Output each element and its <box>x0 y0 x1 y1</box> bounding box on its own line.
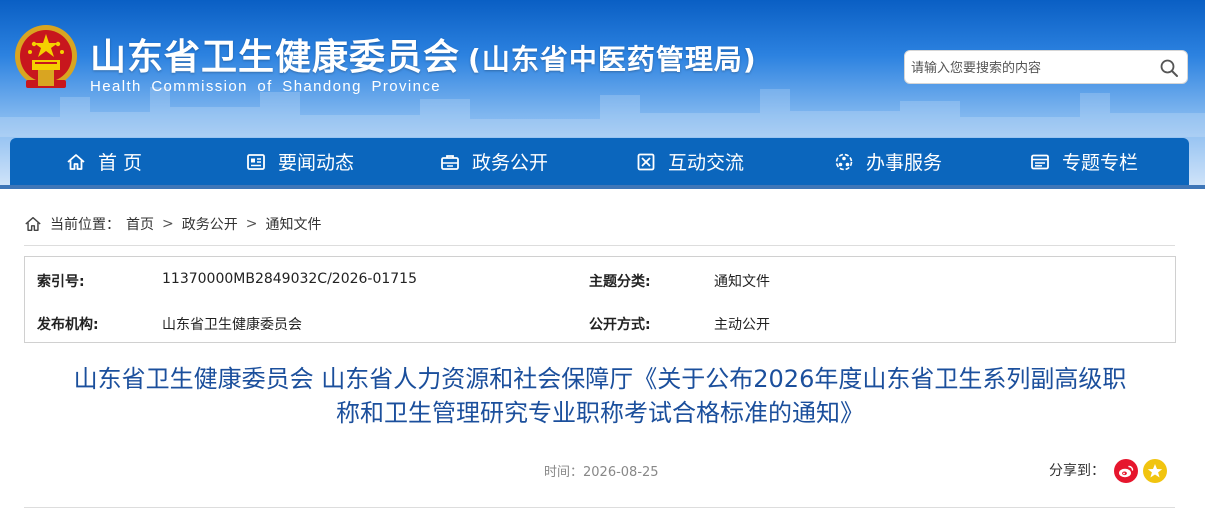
divider <box>24 507 1175 508</box>
breadcrumb-prefix: 当前位置： <box>50 217 120 233</box>
breadcrumb-link-home[interactable]: 首页 <box>126 214 154 234</box>
index-number-value: 11370000MB2849032C/2026-01715 <box>162 271 418 287</box>
breadcrumb-link-notices[interactable]: 通知文件 <box>265 214 321 234</box>
service-icon <box>835 153 853 170</box>
share-weibo-button[interactable] <box>1114 459 1138 483</box>
article-title-line-2: 称和卫生管理研究专业职称考试合格标准的通知》 <box>336 399 864 427</box>
share-favorite-button[interactable] <box>1143 459 1167 483</box>
site-subtitle: (山东省中医药管理局) <box>468 43 757 76</box>
publisher-value: 山东省卫生健康委员会 <box>162 317 302 333</box>
disclosure-method-value: 主动公开 <box>714 317 770 333</box>
nav-item-government-affairs[interactable]: 政务公开 <box>440 138 548 185</box>
breadcrumb-link-government-affairs[interactable]: 政务公开 <box>182 214 238 234</box>
breadcrumb: 当前位置： 首页 > 政务公开 > 通知文件 <box>24 214 321 234</box>
nav-item-news[interactable]: 要闻动态 <box>246 138 354 185</box>
home-icon <box>67 153 85 170</box>
document-meta-table: 索引号: 11370000MB2849032C/2026-01715 主题分类:… <box>24 256 1176 343</box>
main-nav: 首 页 要闻动态 政务公开 互动交流 办事服务 专题专栏 <box>10 138 1189 185</box>
nav-item-label: 专题专栏 <box>1062 152 1139 174</box>
search-input[interactable] <box>911 57 1151 79</box>
breadcrumb-separator: > <box>245 216 258 232</box>
site-english-name: Health Commission of Shandong Province <box>90 78 442 95</box>
nav-item-services[interactable]: 办事服务 <box>834 138 942 185</box>
article-title: 山东省卫生健康委员会 山东省人力资源和社会保障厅《关于公布2026年度山东省卫生… <box>24 362 1176 430</box>
publish-time-value: 2026-08-25 <box>583 465 659 480</box>
site-title[interactable]: 山东省卫生健康委员会 (山东省中医药管理局) <box>90 28 757 80</box>
share-label: 分享到： <box>1049 463 1105 479</box>
disclosure-method-label: 公开方式: <box>589 317 651 333</box>
topic-icon <box>1031 154 1049 169</box>
publish-time-label: 时间： <box>544 465 584 480</box>
search-box <box>904 50 1188 84</box>
national-emblem-icon <box>15 25 77 88</box>
briefcase-icon <box>441 154 459 170</box>
publish-time: 时间：2026-08-25 <box>544 461 659 480</box>
nav-divider-strip <box>0 185 1205 189</box>
nav-item-label: 首 页 <box>98 152 143 174</box>
nav-item-label: 互动交流 <box>668 152 745 174</box>
site-title-text: 山东省卫生健康委员会 <box>90 37 461 78</box>
weibo-icon <box>1119 465 1134 478</box>
nav-item-home[interactable]: 首 页 <box>66 138 142 185</box>
nav-item-special-topics[interactable]: 专题专栏 <box>1030 138 1138 185</box>
topic-category-label: 主题分类: <box>589 274 651 290</box>
nav-item-label: 政务公开 <box>472 152 549 174</box>
star-icon <box>1147 464 1163 478</box>
interaction-icon <box>637 153 655 170</box>
search-icon[interactable] <box>1159 58 1179 78</box>
index-number-label: 索引号: <box>37 274 85 290</box>
article-title-line-1: 山东省卫生健康委员会 山东省人力资源和社会保障厅《关于公布2026年度山东省卫生… <box>73 365 1127 393</box>
divider <box>24 245 1175 246</box>
news-icon <box>247 153 265 170</box>
nav-item-interaction[interactable]: 互动交流 <box>636 138 744 185</box>
breadcrumb-separator: > <box>162 216 174 232</box>
publisher-label: 发布机构: <box>37 317 99 333</box>
home-icon <box>25 216 41 232</box>
topic-category-value: 通知文件 <box>714 274 770 290</box>
nav-item-label: 办事服务 <box>866 152 943 174</box>
nav-item-label: 要闻动态 <box>278 152 355 174</box>
site-header: 山东省卫生健康委员会 (山东省中医药管理局) Health Commission … <box>0 0 1205 185</box>
